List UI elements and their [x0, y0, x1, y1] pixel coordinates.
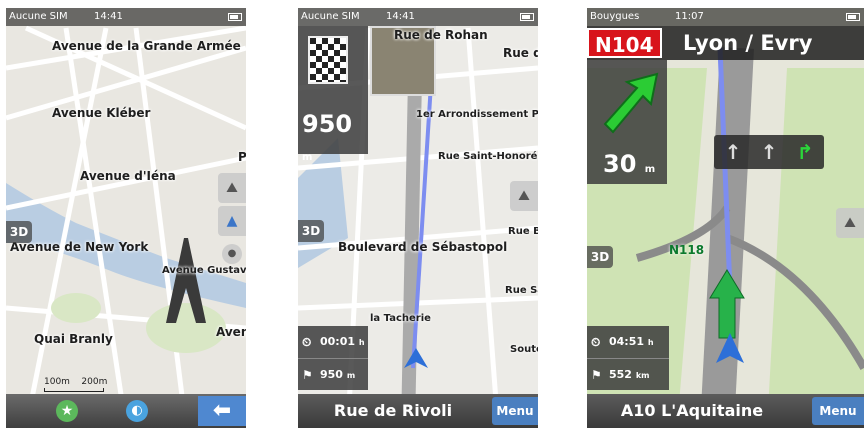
finish-flag-icon: ⚑: [302, 368, 313, 382]
distance-unit: km: [635, 371, 650, 380]
time-remaining: ⏲ 00:01 h: [298, 326, 368, 358]
current-road-bar: Rue de Rivoli Menu: [298, 394, 538, 428]
street-label: Rue d: [503, 46, 538, 60]
lane-straight-icon: ↑: [760, 140, 778, 164]
next-turn-distance: 30 m: [603, 150, 655, 178]
clock: 14:41: [386, 11, 415, 22]
street-label: Avenue Gustave: [162, 265, 246, 276]
map-view-icon[interactable]: ⛰: [510, 181, 538, 211]
distance-remaining: ⚑ 552 km: [587, 358, 669, 390]
time-unit: h: [647, 338, 654, 347]
poi-marker-icon[interactable]: ●: [222, 244, 242, 264]
street-label: 1er Arrondissement Pa: [416, 109, 538, 120]
street-label: Avenue de New York: [10, 240, 149, 254]
street-label: Quai Branly: [34, 332, 113, 346]
carrier-label: Bouygues: [590, 11, 640, 22]
distance-value: 552: [609, 368, 632, 381]
lane-guidance: ↑ ↑ ↱: [714, 135, 824, 169]
finish-flag-icon: ⚑: [591, 368, 602, 382]
map-scale: 100m 200m: [44, 377, 107, 392]
street-label: Avenue Kléber: [52, 106, 151, 120]
distance-unit: m: [346, 371, 356, 380]
time-remaining: ⏲ 04:51 h: [587, 326, 669, 358]
carrier-label: Aucune SIM: [301, 11, 360, 22]
street-label: Soute: [510, 344, 538, 355]
current-road-bar: A10 L'Aquitaine Menu: [587, 394, 864, 428]
current-road-name: Rue de Rivoli: [333, 401, 453, 420]
battery-icon: [228, 13, 242, 21]
status-bar: Aucune SIM 14:41: [6, 8, 246, 26]
road-label: N118: [669, 243, 705, 257]
distance-value: 950: [320, 368, 343, 381]
street-label: Rue Sa: [505, 285, 538, 296]
globe-icon[interactable]: ◐: [126, 400, 148, 422]
status-bar: Aucune SIM 14:41: [298, 8, 538, 26]
carrier-label: Aucune SIM: [9, 11, 68, 22]
clock-icon: ⏲: [591, 335, 601, 349]
3d-toggle-button[interactable]: 3D: [6, 221, 32, 243]
back-arrow-icon[interactable]: ⬅: [198, 396, 246, 426]
current-road-name: A10 L'Aquitaine: [620, 401, 764, 420]
scale-label-left: 100m: [44, 377, 70, 387]
menu-button[interactable]: Menu: [492, 397, 538, 425]
finish-flag-icon: [308, 36, 348, 84]
direction-text: Lyon / Evry: [683, 31, 813, 55]
street-label: Aven: [216, 325, 246, 339]
trip-info-panel: ⏲ 00:01 h ⚑ 950 m: [298, 326, 368, 390]
street-label: Rue B: [508, 226, 538, 237]
distance-unit: m: [644, 164, 656, 175]
scale-bar: [44, 388, 104, 392]
map-view-icon[interactable]: ⛰: [836, 208, 864, 238]
distance-unit: m: [302, 152, 313, 163]
street-label: Avenue d'Iéna: [80, 169, 176, 183]
screen-navigation-highway: Bouygues 11:07 N104 Lyon / Evry 30 m ↑ ↑…: [587, 8, 864, 428]
clock-icon: ⏲: [302, 335, 312, 349]
next-turn-panel: 950 m: [298, 26, 368, 163]
battery-icon: [520, 13, 534, 21]
turn-arrow-icon: [603, 72, 659, 134]
battery-icon: [846, 13, 860, 21]
clock: 11:07: [675, 11, 704, 22]
screen-navigation-city: Aucune SIM 14:41 950 m Rue de Rohan Rue …: [298, 8, 538, 428]
lane-straight-icon: ↑: [724, 140, 742, 164]
compass-icon[interactable]: ▲: [218, 206, 246, 236]
screen-map-overview: Aucune SIM 14:41 Avenue de la Grande Arm…: [6, 8, 246, 428]
street-label: Boulevard de Sébastopol: [338, 240, 508, 254]
lane-right-icon: ↱: [796, 140, 814, 164]
clock: 14:41: [94, 11, 123, 22]
favorite-star-icon[interactable]: ★: [56, 400, 78, 422]
distance-value: 30: [603, 150, 637, 178]
trip-info-panel: ⏲ 04:51 h ⚑ 552 km: [587, 326, 669, 390]
street-label: Rue Saint-Honoré: [438, 151, 538, 162]
street-label: la Tacherie: [370, 313, 431, 324]
menu-button[interactable]: Menu: [812, 397, 864, 425]
road-shield: N104: [587, 28, 662, 58]
time-value: 04:51: [609, 335, 645, 348]
map-view-icon[interactable]: ⛰: [218, 173, 246, 203]
next-turn-distance: 950 m: [302, 110, 368, 166]
next-turn-panel: 30 m: [587, 60, 667, 184]
3d-toggle-button[interactable]: 3D: [587, 246, 613, 268]
street-label: P: [238, 150, 246, 164]
time-unit: h: [358, 338, 365, 347]
distance-value: 950: [302, 110, 353, 138]
status-bar: Bouygues 11:07: [587, 8, 864, 26]
time-value: 00:01: [320, 335, 356, 348]
scale-label-right: 200m: [81, 377, 108, 387]
bottom-toolbar: ★ ◐ ⬅: [6, 394, 246, 428]
3d-toggle-button[interactable]: 3D: [298, 220, 324, 242]
distance-remaining: ⚑ 950 m: [298, 358, 368, 390]
street-label: Avenue de la Grande Armée: [52, 39, 241, 53]
street-label: Rue de Rohan: [394, 28, 488, 42]
map-canvas[interactable]: [6, 8, 246, 428]
